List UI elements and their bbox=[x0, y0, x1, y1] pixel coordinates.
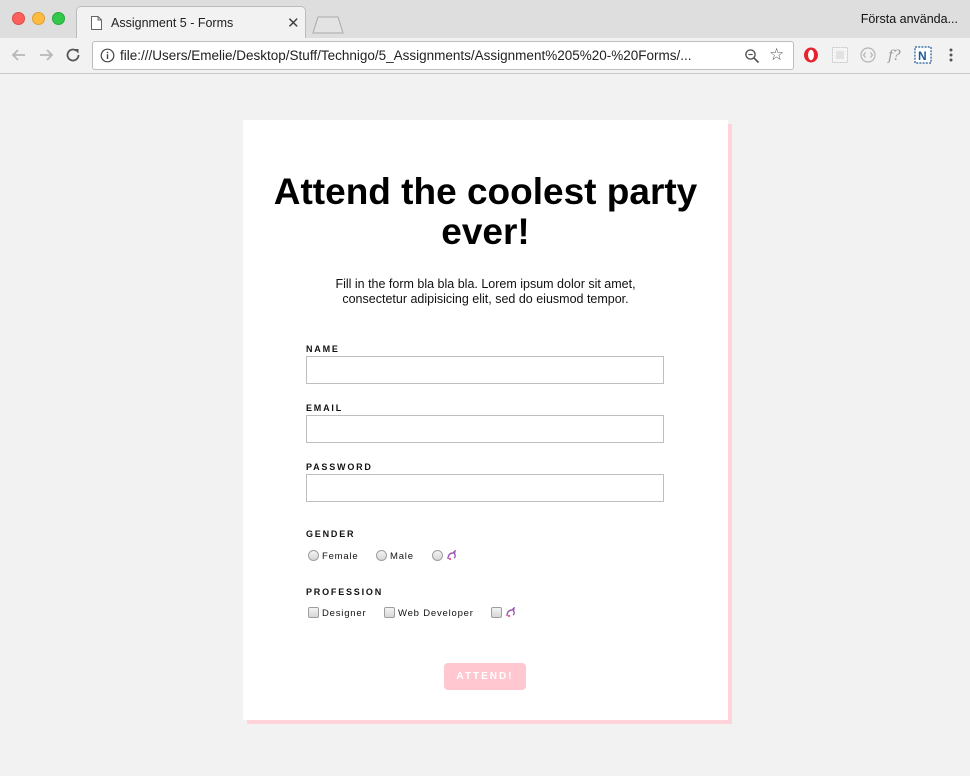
minimize-window-button[interactable] bbox=[32, 12, 45, 25]
gender-radio-other[interactable] bbox=[432, 550, 443, 561]
tab-close-icon[interactable]: ✕ bbox=[287, 14, 300, 32]
intro-text: Fill in the form bla bla bla. Lorem ipsu… bbox=[335, 277, 636, 306]
address-bar[interactable]: file:///Users/Emelie/Desktop/Stuff/Techn… bbox=[92, 41, 794, 70]
forward-arrow-icon[interactable] bbox=[35, 44, 57, 66]
email-input[interactable] bbox=[306, 415, 664, 443]
form-card: Attend the coolest party ever! Fill in t… bbox=[243, 120, 728, 720]
bookmark-star-icon[interactable]: ☆ bbox=[769, 45, 784, 65]
browser-tab[interactable]: Assignment 5 - Forms ✕ bbox=[76, 6, 306, 39]
document-icon bbox=[91, 16, 102, 30]
n-extension-icon[interactable]: N bbox=[914, 46, 932, 64]
gender-option-female: Female bbox=[322, 551, 359, 562]
svg-text:f?: f? bbox=[887, 48, 901, 64]
url-text[interactable]: file:///Users/Emelie/Desktop/Stuff/Techn… bbox=[120, 48, 692, 63]
font-extension-icon[interactable]: f? bbox=[887, 46, 905, 64]
profession-option-designer: Designer bbox=[322, 608, 367, 619]
password-label: PASSWORD bbox=[306, 462, 373, 472]
opera-extension-icon[interactable] bbox=[802, 46, 820, 64]
info-icon[interactable] bbox=[100, 48, 115, 63]
browser-toolbar: file:///Users/Emelie/Desktop/Stuff/Techn… bbox=[0, 38, 970, 74]
profession-checkbox-designer[interactable] bbox=[308, 607, 319, 618]
profession-checkbox-web-developer[interactable] bbox=[384, 607, 395, 618]
unicorn-icon bbox=[447, 550, 456, 561]
profile-name[interactable]: Första användа... bbox=[861, 12, 958, 26]
email-label: EMAIL bbox=[306, 403, 343, 413]
profession-checkbox-other[interactable] bbox=[491, 607, 502, 618]
password-input[interactable] bbox=[306, 474, 664, 502]
code-extension-icon[interactable] bbox=[859, 46, 877, 64]
profession-option-web-developer: Web Developer bbox=[398, 608, 474, 619]
maximize-window-button[interactable] bbox=[52, 12, 65, 25]
close-window-button[interactable] bbox=[12, 12, 25, 25]
browser-titlebar: Assignment 5 - Forms ✕ Första användа... bbox=[0, 0, 970, 39]
new-tab-button[interactable] bbox=[312, 16, 344, 34]
gender-option-male: Male bbox=[390, 551, 414, 562]
profession-label: PROFESSION bbox=[306, 587, 384, 597]
tab-title: Assignment 5 - Forms bbox=[111, 16, 234, 30]
page-title: Attend the coolest party ever! bbox=[273, 171, 698, 252]
svg-text:N: N bbox=[918, 49, 927, 63]
gender-radio-female[interactable] bbox=[308, 550, 319, 561]
grid-extension-icon[interactable] bbox=[831, 46, 849, 64]
name-input[interactable] bbox=[306, 356, 664, 384]
name-label: NAME bbox=[306, 344, 340, 354]
gender-radio-male[interactable] bbox=[376, 550, 387, 561]
gender-label: GENDER bbox=[306, 529, 356, 539]
back-arrow-icon[interactable] bbox=[8, 44, 30, 66]
zoom-icon[interactable] bbox=[744, 48, 760, 64]
reload-icon[interactable] bbox=[62, 44, 84, 66]
menu-dots-icon[interactable] bbox=[945, 46, 957, 64]
unicorn-icon bbox=[506, 607, 515, 618]
attend-button[interactable]: ATTEND! bbox=[444, 663, 526, 690]
